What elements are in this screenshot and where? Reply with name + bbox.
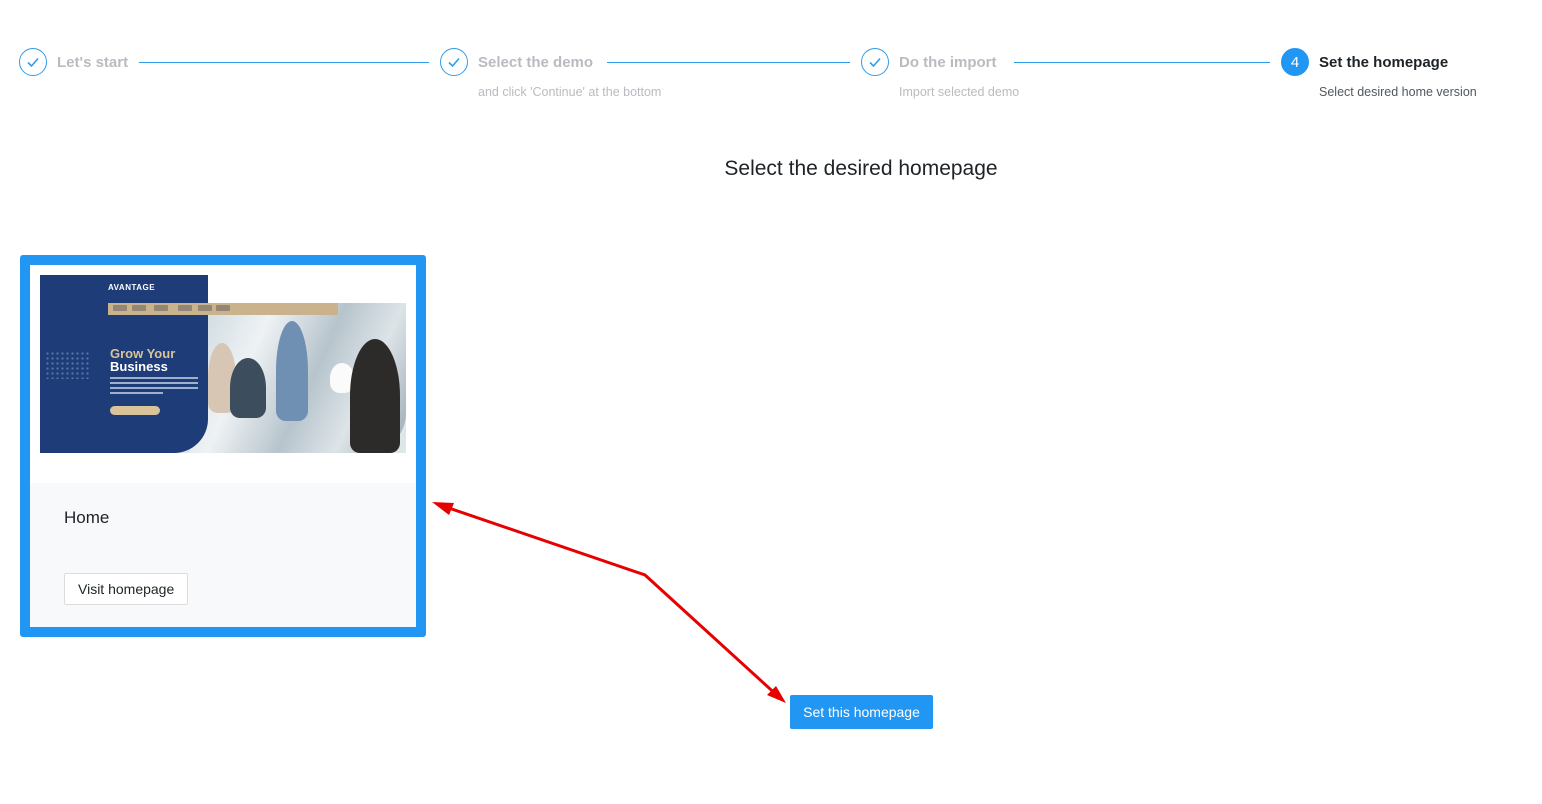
- step-title: Let's start: [57, 54, 129, 71]
- preview-cta: [110, 406, 160, 415]
- homepage-card-home[interactable]: AVANTAGE Grow Your Business Home Visit h…: [20, 255, 426, 637]
- preview-headline: Business: [110, 359, 168, 374]
- step-connector: [1014, 62, 1270, 63]
- visit-homepage-button[interactable]: Visit homepage: [64, 573, 189, 605]
- step-number: 4: [1281, 48, 1309, 76]
- preview-nav: [108, 303, 338, 315]
- annotation-arrow-line: [439, 503, 782, 700]
- step-title: Select the demo: [478, 54, 594, 71]
- step-title: Set the homepage: [1319, 54, 1449, 71]
- annotation-arrowhead-right: [767, 686, 786, 703]
- set-homepage-button[interactable]: Set this homepage: [790, 695, 933, 729]
- card-title: Home: [64, 508, 110, 527]
- annotation-arrowhead-left: [432, 502, 454, 515]
- step-subtitle: Import selected demo: [899, 85, 1020, 99]
- step-subtitle: Select desired home version: [1319, 85, 1477, 99]
- preview-body-text: [110, 377, 198, 397]
- preview-photo: [190, 303, 406, 453]
- preview-logo: AVANTAGE: [108, 283, 156, 292]
- preview-dot-pattern: [45, 351, 89, 379]
- step-subtitle: and click 'Continue' at the bottom: [478, 85, 662, 99]
- step-connector: [607, 62, 850, 63]
- check-icon: [19, 48, 47, 76]
- preview-screenshot: AVANTAGE Grow Your Business: [40, 275, 406, 453]
- check-icon: [861, 48, 889, 76]
- step-title: Do the import: [899, 54, 997, 71]
- setup-stepper: Let's start Select the demo and click 'C…: [0, 0, 1542, 120]
- step-connector: [139, 62, 429, 63]
- page-title: Select the desired homepage: [724, 157, 998, 180]
- preview-topbar: [208, 275, 406, 303]
- check-icon: [440, 48, 468, 76]
- homepage-preview: AVANTAGE Grow Your Business: [30, 265, 416, 483]
